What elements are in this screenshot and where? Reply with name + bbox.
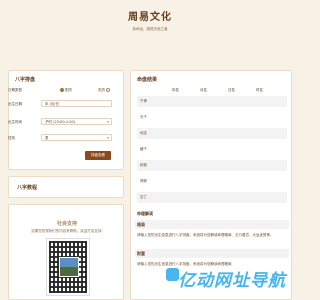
qr-code-image <box>46 238 90 296</box>
support-text: 如果您觉得我们的内容有帮助，欢迎打赏支持! <box>31 229 103 233</box>
site-subtitle: 探命运，感悟天地之道 <box>132 27 168 31</box>
column-header: 日柱 <box>228 88 235 92</box>
radio-dot-icon <box>60 88 64 92</box>
form-title: 八字排盘 <box>15 77 36 83</box>
section-title: 格局 <box>137 222 145 227</box>
radio-lunar[interactable]: 农历 <box>98 88 111 93</box>
watermark-text: 亿动网址导航 <box>178 271 286 291</box>
analysis-title: 命理解读 <box>137 211 153 216</box>
support-card: 社会支持 如果您觉得我们的内容有帮助，欢迎打赏支持! <box>8 204 124 300</box>
calendar-type-label: 日期类型 <box>8 88 22 92</box>
gender-select[interactable]: 男 ▾ <box>41 134 112 141</box>
table-row: 地支 <box>137 128 287 139</box>
section-body: 请输入您的出生信息进行八字排盘，系统将为您解读命理格局、五行喜忌、大运走势等。 <box>137 233 274 237</box>
gender-label: 性别 <box>8 136 15 140</box>
birth-time-select[interactable]: 子时 (23:00-1:00) ▾ <box>41 118 112 125</box>
birth-date-input[interactable]: 年 /月/日 <box>41 100 112 107</box>
section-header <box>135 220 289 229</box>
site-title: 周易文化 <box>128 12 172 23</box>
tutorial-title[interactable]: 八字教程 <box>17 184 37 191</box>
table-row: 干神 <box>137 96 287 107</box>
table-row: 纳音 <box>137 160 287 171</box>
support-title: 社会支持 <box>56 221 77 227</box>
result-title: 命盘结果 <box>137 77 158 83</box>
table-row: 天干 <box>140 115 147 119</box>
page-header: 周易文化 探命运，感悟天地之道 <box>0 8 300 32</box>
qr-avatar <box>59 257 79 277</box>
column-header: 时柱 <box>256 88 263 92</box>
submit-button[interactable]: 排盘查看 <box>85 151 111 160</box>
table-row: 神煞 <box>140 179 147 183</box>
table-row: 空亡 <box>137 192 287 203</box>
chevron-down-icon: ▾ <box>107 120 109 124</box>
chevron-down-icon: ▾ <box>107 136 109 140</box>
birth-date-label: 出生日期 <box>8 102 22 106</box>
tutorial-card: 八字教程 <box>8 176 124 198</box>
column-header: 月柱 <box>200 88 207 92</box>
section-header <box>135 249 289 258</box>
radio-solar[interactable]: 阳历 <box>60 88 72 93</box>
table-row: 藏干 <box>140 147 147 151</box>
column-header: 年柱 <box>172 88 179 92</box>
birth-time-label: 出生时间 <box>8 120 22 124</box>
section-title: 财富 <box>137 251 145 256</box>
radio-dot-icon <box>106 88 111 92</box>
